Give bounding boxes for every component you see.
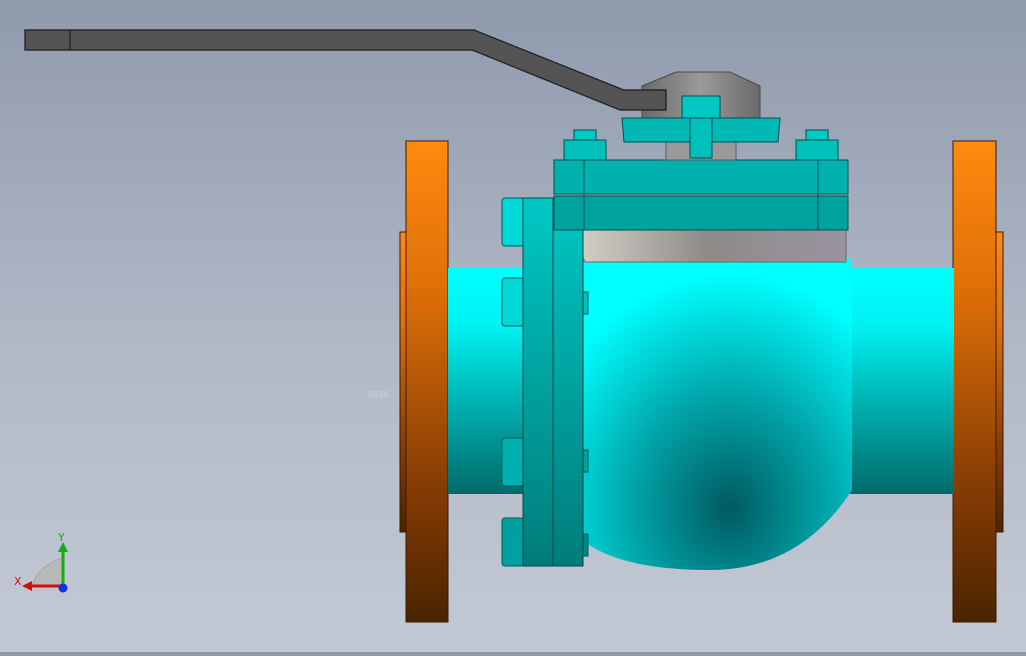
bolt: [501, 437, 525, 487]
bonnet-band[interactable]: [569, 229, 847, 263]
bolt: [501, 197, 525, 247]
body-flange-plates[interactable]: [522, 197, 584, 567]
right-pipe-neck[interactable]: [850, 268, 954, 494]
faint-watermark-label: 2026: [368, 390, 389, 399]
right-end-flange[interactable]: [952, 140, 1004, 623]
axis-label-y: Y: [58, 531, 65, 544]
axis-label-x: X: [14, 575, 22, 588]
bolt: [501, 517, 525, 567]
bonnet-flange-plates[interactable]: [553, 159, 849, 231]
graphics-viewport[interactable]: 2026 X Y: [0, 0, 1026, 652]
lever-handle[interactable]: [24, 29, 667, 111]
axis-triad: X Y: [8, 528, 78, 600]
bolt: [501, 277, 525, 327]
valve-ball-body[interactable]: [580, 258, 852, 570]
axis-triad-graphic: [22, 542, 68, 593]
left-end-flange[interactable]: [399, 140, 449, 623]
ball-valve-model[interactable]: [0, 0, 1026, 652]
